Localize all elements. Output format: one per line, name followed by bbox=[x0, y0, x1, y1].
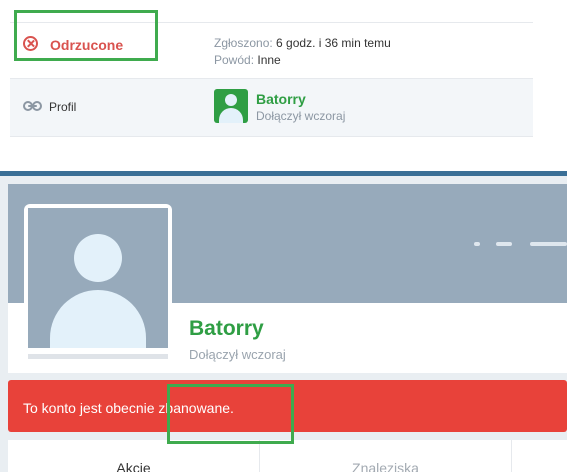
cover-decoration bbox=[474, 242, 480, 246]
default-avatar-icon bbox=[28, 208, 168, 348]
profile-card: Batorry Dołączył wczoraj bbox=[8, 184, 567, 373]
ban-message-prefix: To konto jest obecnie bbox=[23, 400, 159, 416]
avatar-progress-bar bbox=[28, 354, 168, 359]
highlight-box bbox=[14, 10, 158, 61]
report-reason: Powód: Inne bbox=[214, 53, 281, 67]
cover-decoration bbox=[496, 242, 512, 246]
user-avatar-small[interactable] bbox=[214, 89, 248, 123]
profile-label: Profil bbox=[49, 100, 77, 114]
user-link[interactable]: Batorry bbox=[256, 91, 306, 107]
report-profile-row: Profil Batorry Dołączył wczoraj bbox=[10, 78, 533, 137]
reported-time: Zgłoszono: 6 godz. i 36 min temu bbox=[214, 36, 391, 50]
tab-akcje[interactable]: Akcje bbox=[8, 440, 260, 472]
reason-label: Powód: bbox=[214, 53, 255, 67]
reported-label: Zgłoszono: bbox=[214, 36, 273, 50]
profile-joined: Dołączył wczoraj bbox=[189, 347, 286, 362]
tab-label: Akcje bbox=[116, 460, 151, 472]
profile-tabs: Akcje Znaleziska bbox=[8, 440, 567, 472]
tab-label: Znaleziska bbox=[352, 460, 419, 472]
link-icon bbox=[23, 101, 42, 111]
tab-znaleziska[interactable]: Znaleziska bbox=[260, 440, 512, 472]
cover-decoration bbox=[530, 242, 567, 246]
user-joined: Dołączył wczoraj bbox=[256, 109, 346, 123]
profile-avatar bbox=[24, 204, 172, 352]
reported-value: 6 godz. i 36 min temu bbox=[276, 36, 391, 50]
highlight-box bbox=[167, 384, 294, 444]
reason-value: Inne bbox=[257, 53, 281, 67]
profile-name: Batorry bbox=[189, 317, 264, 340]
